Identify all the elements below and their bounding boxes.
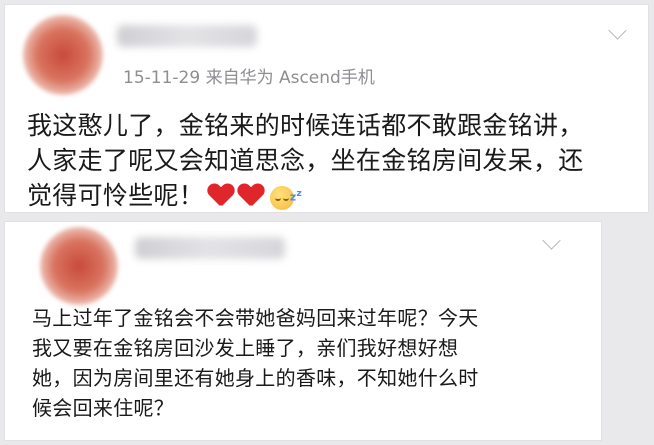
username-blurred[interactable] [117,25,257,47]
post-line: 人家走了呢又会知道思念，坐在金铭房间发呆，还 [27,146,584,175]
sleeping-face-icon: zz [270,182,302,210]
post-line: 她，因为房间里还有她身上的香味，不知她什么时 [32,366,479,390]
chevron-down-icon[interactable] [542,231,561,250]
post-line: 我又要在金铭房回沙发上睡了，亲们我好想好想 [32,336,459,360]
post-line: 候会回来住呢？ [32,396,175,420]
red-heart-icon [208,184,234,207]
post-text: 马上过年了金铭会不会带她爸妈回来过年呢？今天 我又要在金铭房回沙发上睡了，亲们我… [32,303,552,423]
post-text: 我这憨儿了，金铭来的时候连话都不敢跟金铭讲， 人家走了呢又会知道思念，坐在金铭房… [27,108,639,213]
post-line: 觉得可怜些呢！ zz [27,178,639,213]
weibo-post-card-1: 15-11-29 来自华为 Ascend手机 我这憨儿了，金铭来的时候连话都不敢… [5,5,648,212]
post-line-text: 觉得可怜些呢！ [27,181,205,210]
weibo-post-card-2: 马上过年了金铭会不会带她爸妈回来过年呢？今天 我又要在金铭房回沙发上睡了，亲们我… [5,222,601,440]
chevron-down-icon[interactable] [608,21,627,40]
avatar[interactable] [40,227,118,305]
post-meta: 15-11-29 来自华为 Ascend手机 [123,68,375,88]
post-line: 马上过年了金铭会不会带她爸妈回来过年呢？今天 [32,306,479,330]
red-heart-icon [238,184,264,207]
avatar[interactable] [23,15,103,95]
username-blurred[interactable] [135,237,285,259]
post-line: 我这憨儿了，金铭来的时候连话都不敢跟金铭讲， [27,111,584,140]
